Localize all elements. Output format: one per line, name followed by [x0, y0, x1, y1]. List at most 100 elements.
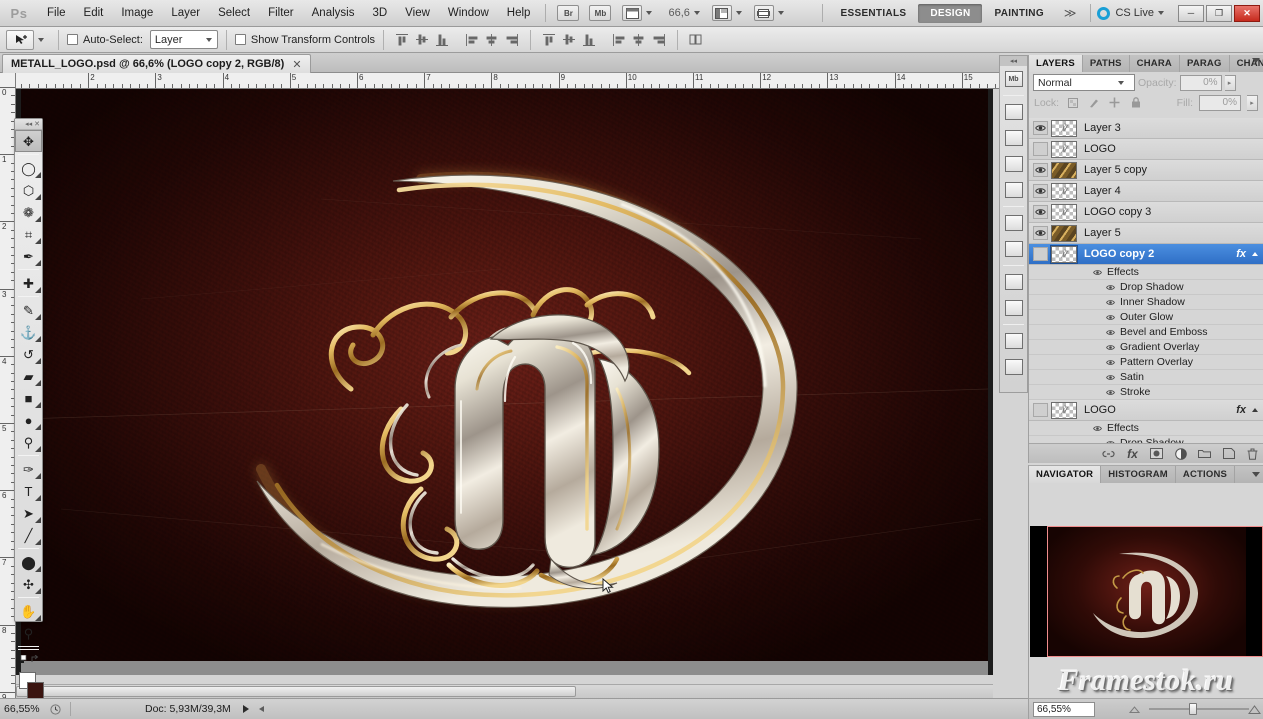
workspace-tab-design[interactable]: DESIGN — [918, 3, 983, 23]
menu-window[interactable]: Window — [439, 0, 498, 27]
navigator-panel-menu-icon[interactable] — [1252, 472, 1260, 477]
3d-object-rotate-tool[interactable]: ⬤ — [15, 551, 42, 573]
layer-visibility-toggle[interactable] — [1029, 244, 1051, 265]
effect-row[interactable]: Outer Glow — [1029, 310, 1263, 325]
layer-name[interactable]: Layer 3 — [1084, 122, 1121, 134]
workspace-tab-painting[interactable]: PAINTING — [982, 4, 1055, 23]
auto-align-layers-icon[interactable] — [686, 30, 706, 49]
menu-3d[interactable]: 3D — [363, 0, 396, 27]
layer-visibility-toggle[interactable] — [1029, 223, 1051, 244]
effect-row[interactable]: Inner Shadow — [1029, 295, 1263, 310]
layer-thumbnail[interactable] — [1051, 224, 1077, 242]
auto-select-checkbox[interactable] — [67, 34, 78, 45]
zoom-tool[interactable]: ⚲ — [15, 622, 42, 644]
layer-name[interactable]: LOGO copy 2 — [1084, 248, 1154, 260]
layer-visibility-toggle[interactable] — [1029, 118, 1051, 139]
screen-mode-caret-icon[interactable] — [735, 11, 742, 15]
effect-visibility-icon[interactable] — [1104, 372, 1116, 383]
screen-mode-icon[interactable] — [711, 5, 732, 21]
eyedropper-tool[interactable]: ✒ — [15, 245, 42, 267]
align-right-edges-icon[interactable] — [502, 30, 522, 49]
brush-tool[interactable]: ✎ — [15, 299, 42, 321]
effect-visibility-icon[interactable] — [1104, 387, 1116, 398]
zoom-out-icon[interactable] — [1127, 702, 1142, 717]
document-tab[interactable]: METALL_LOGO.psd @ 66,6% (LOGO copy 2, RG… — [2, 54, 311, 73]
line-tool[interactable]: ╱ — [15, 524, 42, 546]
layer-name[interactable]: LOGO copy 3 — [1084, 206, 1151, 218]
layer-name[interactable]: LOGO — [1084, 404, 1116, 416]
zoom-in-icon[interactable] — [1247, 702, 1262, 717]
align-left-edges-icon[interactable] — [462, 30, 482, 49]
tools-panel-collapse-handle[interactable]: ◂◂ ✕ — [15, 119, 42, 130]
pen-tool[interactable]: ✑ — [15, 458, 42, 480]
layer-name[interactable]: LOGO — [1084, 143, 1116, 155]
panel-tab-parag[interactable]: PARAG — [1180, 55, 1230, 72]
layer-row[interactable]: Layer 5 — [1029, 223, 1263, 244]
layer-row[interactable]: ℣ LOGO copy 2 fx — [1029, 244, 1263, 265]
mini-bridge-icon[interactable]: Mb — [1000, 66, 1027, 92]
history-icon[interactable] — [1000, 99, 1027, 125]
brush-presets-icon[interactable] — [1000, 354, 1027, 380]
layer-effects-badge-icon[interactable]: fx — [1236, 248, 1246, 260]
background-color-swatch[interactable] — [27, 682, 44, 699]
panel-tab-paths[interactable]: PATHS — [1083, 55, 1130, 72]
menu-analysis[interactable]: Analysis — [303, 0, 364, 27]
distribute-top-edges-icon[interactable] — [539, 30, 559, 49]
swap-colors-icon[interactable] — [31, 654, 40, 664]
tool-preset-caret-icon[interactable] — [38, 37, 44, 42]
canvas-horizontal-scroll-thumb[interactable] — [16, 686, 576, 697]
distribute-left-edges-icon[interactable] — [609, 30, 629, 49]
lock-image-pixels-icon[interactable] — [1086, 95, 1101, 110]
crop-tool[interactable]: ⌗ — [15, 223, 42, 245]
layer-visibility-toggle[interactable] — [1029, 400, 1051, 421]
navigator-view-rectangle[interactable] — [1047, 525, 1263, 657]
show-transform-controls-checkbox[interactable] — [234, 34, 246, 45]
opacity-value[interactable]: 0% — [1179, 74, 1222, 91]
layer-thumbnail[interactable]: ℣ — [1051, 401, 1077, 419]
menu-layer[interactable]: Layer — [162, 0, 209, 27]
mini-bridge-button[interactable]: Mb — [589, 5, 612, 21]
move-tool[interactable]: ✥ — [15, 130, 42, 152]
zoom-caret-icon[interactable] — [693, 11, 700, 15]
effects-group-row[interactable]: Effects — [1029, 265, 1263, 280]
layer-row[interactable]: Layer 5 copy — [1029, 160, 1263, 181]
effect-visibility-icon[interactable] — [1104, 327, 1116, 338]
add-layer-style-icon[interactable]: fx — [1125, 446, 1140, 461]
effect-row[interactable]: Drop Shadow — [1029, 280, 1263, 295]
menu-edit[interactable]: Edit — [75, 0, 113, 27]
layer-effects-expand-icon[interactable] — [1252, 252, 1258, 256]
spot-healing-brush-tool[interactable]: ✚ — [15, 272, 42, 294]
distribute-vertical-centers-icon[interactable] — [559, 30, 579, 49]
close-button[interactable]: ✕ — [1234, 4, 1260, 22]
blend-mode-dropdown[interactable]: Normal — [1033, 74, 1135, 91]
lock-transparent-pixels-icon[interactable] — [1065, 95, 1080, 110]
layer-thumbnail[interactable]: ℣ — [1051, 119, 1077, 137]
status-zoom-value[interactable]: 66,55% — [0, 703, 46, 715]
effect-row[interactable]: Satin — [1029, 370, 1263, 385]
fill-value[interactable]: 0% — [1199, 94, 1241, 111]
menu-image[interactable]: Image — [112, 0, 162, 27]
fill-stepper[interactable]: ▸ — [1247, 94, 1258, 111]
link-layers-icon[interactable] — [1101, 446, 1116, 461]
menu-view[interactable]: View — [396, 0, 439, 27]
artboard[interactable] — [21, 89, 988, 661]
menu-select[interactable]: Select — [209, 0, 259, 27]
effect-visibility-icon[interactable] — [1104, 357, 1116, 368]
history-brush-tool[interactable]: ↺ — [15, 343, 42, 365]
layer-effects-badge-icon[interactable]: fx — [1236, 404, 1246, 416]
layer-row[interactable]: ℣ LOGO fx — [1029, 400, 1263, 421]
panel-tab-histogram[interactable]: HISTOGRAM — [1101, 466, 1176, 483]
color-icon[interactable] — [1000, 269, 1027, 295]
effect-visibility-icon[interactable] — [1104, 312, 1116, 323]
effect-visibility-icon[interactable] — [1104, 342, 1116, 353]
navigator-preview[interactable] — [1029, 483, 1263, 699]
navigator-zoom-slider[interactable] — [1149, 708, 1249, 710]
blur-tool[interactable]: ● — [15, 409, 42, 431]
layer-visibility-toggle[interactable] — [1029, 160, 1051, 181]
elliptical-marquee-tool[interactable]: ◯ — [15, 157, 42, 179]
panel-tab-chara[interactable]: CHARA — [1130, 55, 1180, 72]
canvas-area[interactable] — [16, 89, 993, 675]
gradient-tool[interactable]: ■ — [15, 387, 42, 409]
masks-icon[interactable] — [1000, 151, 1027, 177]
layer-row[interactable]: ℣ Layer 3 — [1029, 118, 1263, 139]
